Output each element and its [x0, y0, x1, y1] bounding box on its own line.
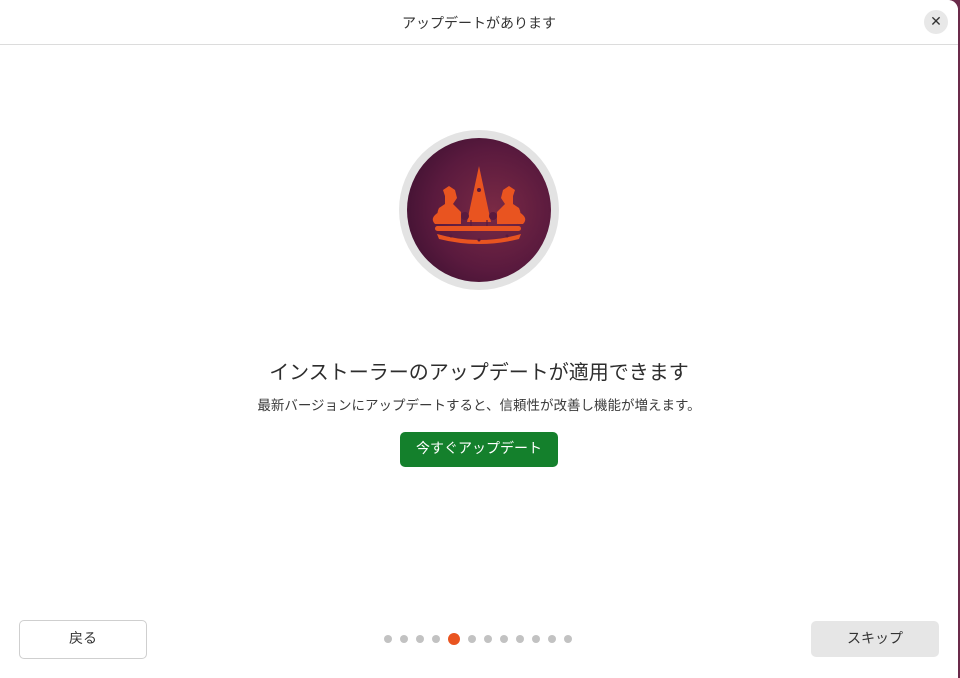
page-dot: [484, 635, 492, 643]
close-button[interactable]: ✕: [924, 10, 948, 34]
page-dot: [548, 635, 556, 643]
back-button[interactable]: 戻る: [19, 620, 147, 659]
page-dot: [384, 635, 392, 643]
page-dot: [432, 635, 440, 643]
skip-button[interactable]: スキップ: [811, 621, 939, 657]
close-icon: ✕: [930, 14, 942, 30]
page-dot: [468, 635, 476, 643]
page-dot: [500, 635, 508, 643]
ubuntu-crown-emblem-icon: [399, 130, 559, 290]
page-dot: [400, 635, 408, 643]
page-description: 最新バージョンにアップデートすると、信頼性が改善し機能が増えます。: [257, 398, 701, 414]
page-dot: [564, 635, 572, 643]
page-indicator: [384, 632, 580, 646]
page-dot: [532, 635, 540, 643]
page-dot-active: [448, 633, 460, 645]
installer-window: アップデートがあります ✕ インストーラーのアップデートが適用できます 最新バー…: [0, 0, 958, 678]
update-now-button[interactable]: 今すぐアップデート: [400, 432, 558, 467]
page-heading: インストーラーのアップデートが適用できます: [269, 360, 689, 384]
page-dot: [516, 635, 524, 643]
title-bar: アップデートがあります ✕: [0, 0, 958, 45]
page-dot: [416, 635, 424, 643]
window-title: アップデートがあります: [402, 16, 556, 32]
